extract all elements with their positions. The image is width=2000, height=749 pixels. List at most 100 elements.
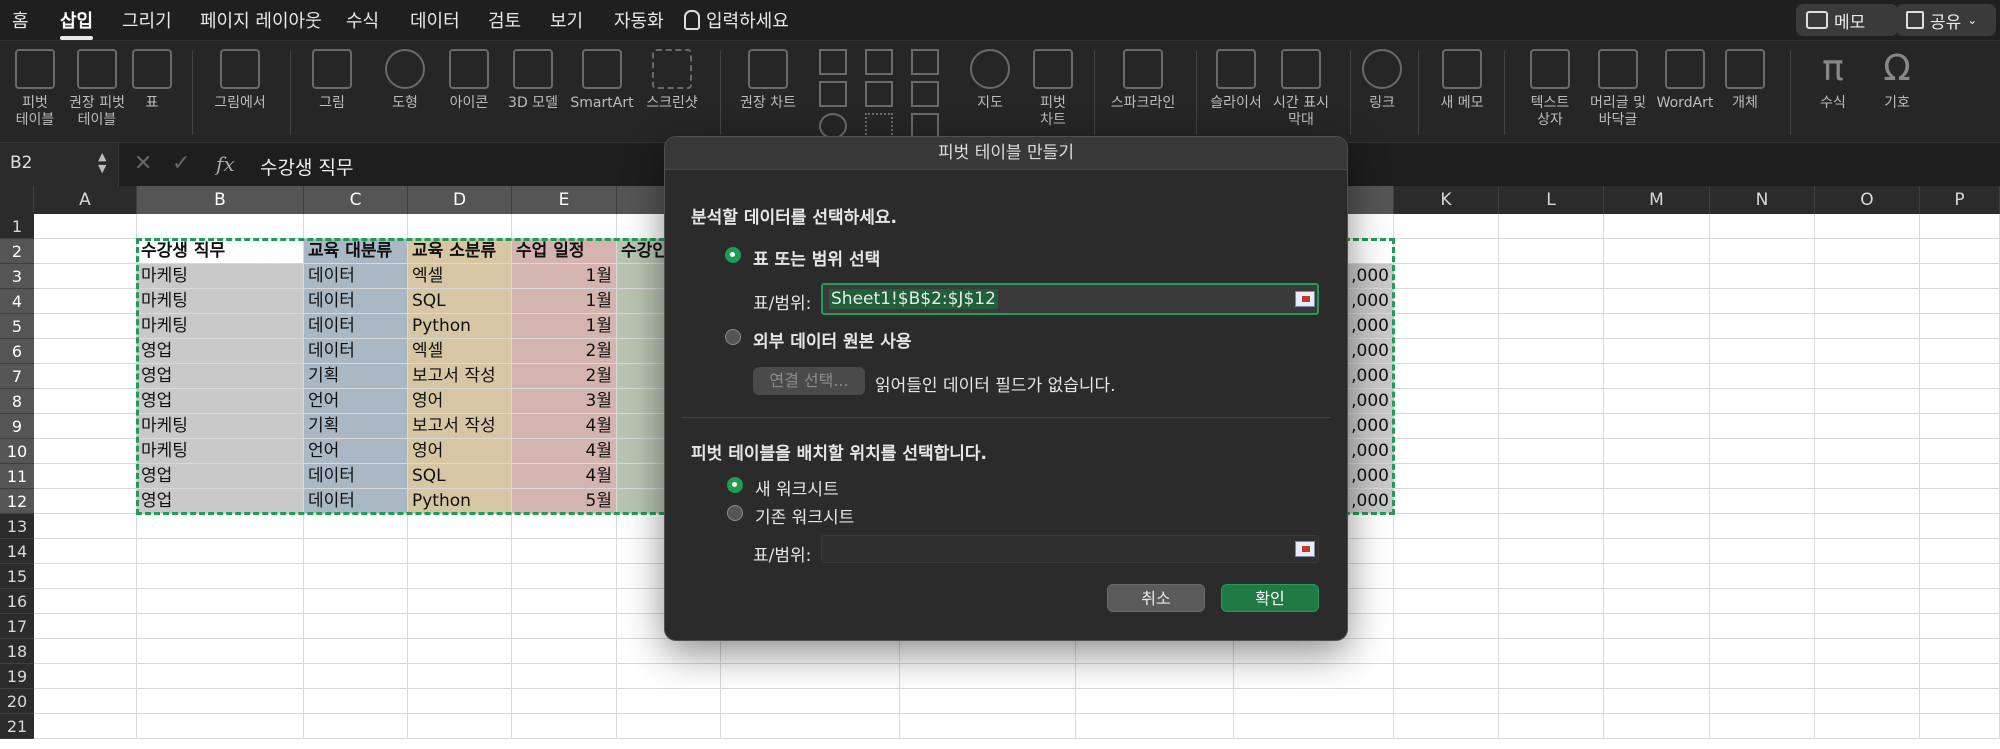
grid-cell[interactable]	[1234, 639, 1394, 664]
link-button[interactable]: 링크	[1362, 49, 1402, 112]
grid-cell[interactable]	[34, 439, 137, 464]
grid-cell[interactable]	[34, 464, 137, 489]
grid-cell[interactable]	[1394, 489, 1499, 514]
grid-cell[interactable]	[1815, 464, 1920, 489]
choose-connection-button[interactable]: 연결 선택...	[753, 367, 865, 395]
grid-cell[interactable]	[1499, 289, 1604, 314]
grid-cell[interactable]	[1710, 414, 1815, 439]
shapes-button[interactable]: 도형	[380, 49, 430, 112]
grid-cell[interactable]	[34, 264, 137, 289]
column-header-b[interactable]: B	[137, 186, 304, 214]
grid-cell[interactable]	[1394, 689, 1499, 714]
grid-cell[interactable]	[1815, 439, 1920, 464]
radio-external-source-label[interactable]: 외부 데이터 원본 사용	[753, 327, 912, 352]
cancel-button[interactable]: 취소	[1107, 584, 1205, 612]
grid-cell[interactable]	[512, 514, 617, 539]
tab-view[interactable]: 보기	[550, 7, 583, 33]
pivot-chart-button[interactable]: 피벗 차트	[1030, 49, 1076, 129]
grid-cell[interactable]	[408, 539, 512, 564]
row-header-19[interactable]: 19	[0, 664, 34, 689]
grid-cell[interactable]	[1394, 439, 1499, 464]
grid-cell[interactable]	[1920, 514, 2000, 539]
tab-formulas[interactable]: 수식	[346, 7, 379, 33]
grid-cell[interactable]	[1815, 314, 1920, 339]
grid-cell[interactable]	[1920, 464, 2000, 489]
row-header-8[interactable]: 8	[0, 389, 34, 414]
name-box[interactable]: B2 ▲ ▼	[0, 143, 119, 187]
grid-cell[interactable]	[900, 714, 1076, 739]
grid-cell[interactable]	[137, 589, 304, 614]
grid-cell[interactable]	[1499, 414, 1604, 439]
grid-cell[interactable]	[1710, 239, 1815, 264]
grid-cell[interactable]	[408, 664, 512, 689]
grid-cell[interactable]	[1710, 689, 1815, 714]
wordart-button[interactable]: WordArt	[1652, 49, 1718, 112]
grid-cell[interactable]	[1499, 489, 1604, 514]
from-picture-button[interactable]: 그림에서	[210, 49, 270, 112]
grid-cell[interactable]	[34, 289, 137, 314]
grid-cell[interactable]	[900, 689, 1076, 714]
column-header-o[interactable]: O	[1815, 186, 1920, 214]
tab-page-layout[interactable]: 페이지 레이아웃	[200, 7, 322, 33]
screenshot-button[interactable]: 스크린샷	[644, 49, 700, 112]
grid-cell[interactable]	[34, 664, 137, 689]
grid-cell[interactable]	[617, 639, 721, 664]
grid-cell[interactable]	[1604, 564, 1710, 589]
pictures-button[interactable]: 그림	[308, 49, 356, 112]
grid-cell[interactable]	[1710, 389, 1815, 414]
row-header-3[interactable]: 3	[0, 264, 34, 289]
grid-cell[interactable]	[1604, 489, 1710, 514]
row-header-1[interactable]: 1	[0, 214, 34, 239]
grid-cell[interactable]	[34, 414, 137, 439]
radio-table-range[interactable]	[725, 247, 741, 263]
grid-cell[interactable]	[512, 564, 617, 589]
grid-cell[interactable]	[1815, 664, 1920, 689]
column-header-n[interactable]: N	[1710, 186, 1815, 214]
tab-home[interactable]: 홈	[12, 7, 29, 33]
grid-cell[interactable]	[1710, 464, 1815, 489]
grid-cell[interactable]	[137, 614, 304, 639]
grid-cell[interactable]	[1234, 689, 1394, 714]
grid-cell[interactable]	[900, 639, 1076, 664]
grid-cell[interactable]	[1234, 664, 1394, 689]
row-header-20[interactable]: 20	[0, 689, 34, 714]
grid-cell[interactable]	[1499, 639, 1604, 664]
grid-cell[interactable]	[1920, 339, 2000, 364]
icons-button[interactable]: 아이콘	[444, 49, 494, 112]
grid-cell[interactable]	[1710, 339, 1815, 364]
grid-cell[interactable]	[1604, 539, 1710, 564]
recommended-pivot-button[interactable]: 권장 피벗 테이블	[64, 49, 130, 129]
grid-cell[interactable]	[512, 539, 617, 564]
maps-button[interactable]: 지도	[966, 49, 1014, 112]
grid-cell[interactable]	[1920, 289, 2000, 314]
grid-cell[interactable]	[1920, 714, 2000, 739]
grid-cell[interactable]	[1710, 514, 1815, 539]
radio-existing-worksheet-label[interactable]: 기존 워크시트	[755, 503, 854, 528]
grid-cell[interactable]	[1815, 514, 1920, 539]
name-box-stepper-icon[interactable]: ▲ ▼	[98, 151, 106, 175]
grid-cell[interactable]	[304, 539, 408, 564]
grid-cell[interactable]	[1499, 339, 1604, 364]
grid-cell[interactable]	[1920, 264, 2000, 289]
grid-cell[interactable]	[512, 664, 617, 689]
grid-cell[interactable]	[1604, 214, 1710, 239]
grid-cell[interactable]	[1815, 214, 1920, 239]
grid-cell[interactable]	[1394, 414, 1499, 439]
cancel-entry-icon[interactable]: ✕	[134, 151, 152, 176]
grid-cell[interactable]	[1815, 414, 1920, 439]
grid-cell[interactable]	[1604, 639, 1710, 664]
column-header-k[interactable]: K	[1394, 186, 1499, 214]
grid-cell[interactable]	[1604, 414, 1710, 439]
grid-cell[interactable]	[304, 564, 408, 589]
column-header-l[interactable]: L	[1499, 186, 1604, 214]
grid-cell[interactable]	[137, 539, 304, 564]
row-header-9[interactable]: 9	[0, 414, 34, 439]
grid-cell[interactable]	[408, 589, 512, 614]
grid-cell[interactable]	[1394, 264, 1499, 289]
grid-cell[interactable]	[1076, 714, 1234, 739]
column-header-e[interactable]: E	[512, 186, 617, 214]
grid-cell[interactable]	[1920, 364, 2000, 389]
tab-insert[interactable]: 삽입	[60, 7, 94, 40]
grid-cell[interactable]	[512, 589, 617, 614]
row-header-17[interactable]: 17	[0, 614, 34, 639]
